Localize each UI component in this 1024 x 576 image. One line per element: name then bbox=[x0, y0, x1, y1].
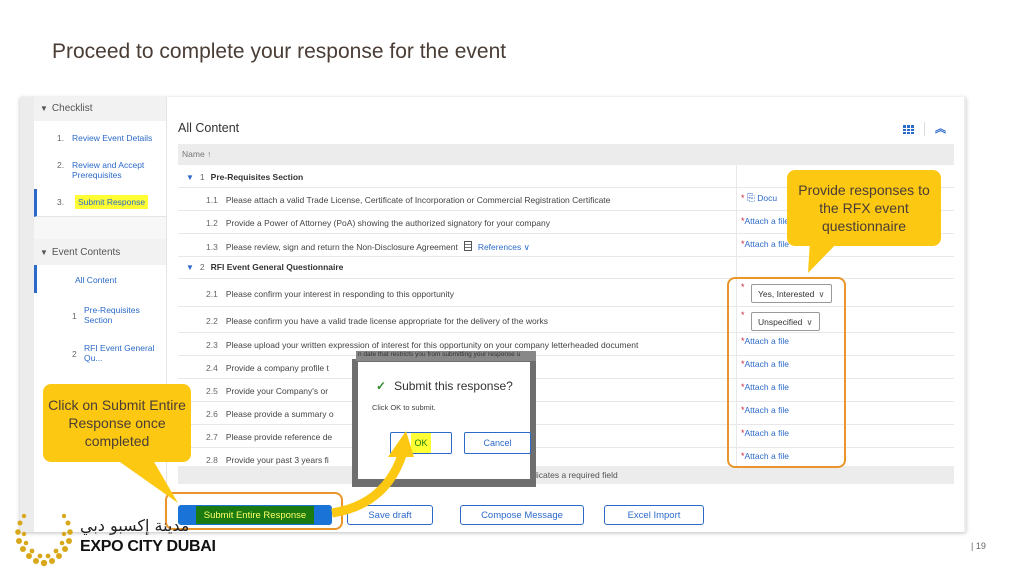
checkmark-icon: ✓ bbox=[376, 379, 387, 393]
slide-title: Proceed to complete your response for th… bbox=[52, 40, 507, 63]
collapse-triangle-icon: ▼ bbox=[40, 248, 48, 257]
table-view-icon[interactable] bbox=[903, 124, 914, 134]
expand-triangle-icon[interactable]: ▼ bbox=[186, 263, 194, 272]
expand-triangle-icon[interactable]: ▼ bbox=[186, 173, 194, 182]
callout-pointer bbox=[110, 455, 178, 503]
event-contents-header[interactable]: ▼ Event Contents bbox=[34, 239, 166, 265]
submit-button-highlight bbox=[165, 492, 343, 530]
content-item-all-content[interactable]: All Content bbox=[34, 265, 166, 293]
checklist-header[interactable]: ▼ Checklist bbox=[34, 97, 166, 121]
attach-file-link[interactable]: Attach a file bbox=[745, 216, 789, 226]
document-icon[interactable]: ⎘ bbox=[747, 193, 755, 204]
response-column-highlight bbox=[727, 277, 846, 468]
content-item-rfi-questionnaire[interactable]: 2 RFI Event General Qu... bbox=[34, 333, 166, 373]
page-number: | 19 bbox=[971, 541, 986, 551]
logo-text: EXPO CITY DUBAI bbox=[80, 538, 216, 555]
dialog-message: Click OK to submit. bbox=[372, 403, 436, 412]
checklist-item-review-event-details[interactable]: 1. Review Event Details bbox=[34, 121, 166, 151]
document-link[interactable]: Docu bbox=[757, 193, 777, 203]
column-header-name[interactable]: Name ↑ bbox=[178, 144, 954, 165]
chevron-down-icon: ∨ bbox=[523, 242, 530, 252]
attach-file-link[interactable]: Attach a file bbox=[745, 239, 789, 249]
logo-arabic-text: مدينة إكسبو دبي bbox=[80, 516, 190, 535]
curved-arrow-icon bbox=[331, 431, 414, 518]
excel-import-button[interactable]: Excel Import bbox=[604, 505, 704, 525]
checklist-item-submit-response[interactable]: 3. Submit Response bbox=[34, 189, 166, 217]
compose-message-button[interactable]: Compose Message bbox=[460, 505, 584, 525]
checklist-item-review-prerequisites[interactable]: 2. Review and Accept Prerequisites bbox=[34, 151, 166, 189]
callout-provide-responses: Provide responses to the RFX event quest… bbox=[787, 170, 941, 246]
cancel-button[interactable]: Cancel bbox=[464, 432, 531, 454]
content-item-prerequisites[interactable]: 1 Pre-Requisites Section bbox=[34, 293, 166, 333]
callout-click-submit: Click on Submit Entire Response once com… bbox=[43, 384, 191, 462]
references-link[interactable]: References ∨ bbox=[478, 242, 530, 252]
required-field-note: (*) indicates a required field bbox=[178, 466, 954, 484]
dialog-title: Submit this response? bbox=[394, 379, 513, 393]
expo-logo-icon bbox=[15, 513, 73, 567]
page-title: All Content bbox=[178, 121, 240, 135]
document-icon bbox=[463, 241, 472, 251]
dialog-background-text: n date that restricts you from submittin… bbox=[356, 351, 536, 361]
slide: Proceed to complete your response for th… bbox=[0, 0, 1024, 576]
collapse-all-icon[interactable]: ︽ bbox=[935, 123, 946, 135]
collapse-triangle-icon: ▼ bbox=[40, 104, 48, 113]
